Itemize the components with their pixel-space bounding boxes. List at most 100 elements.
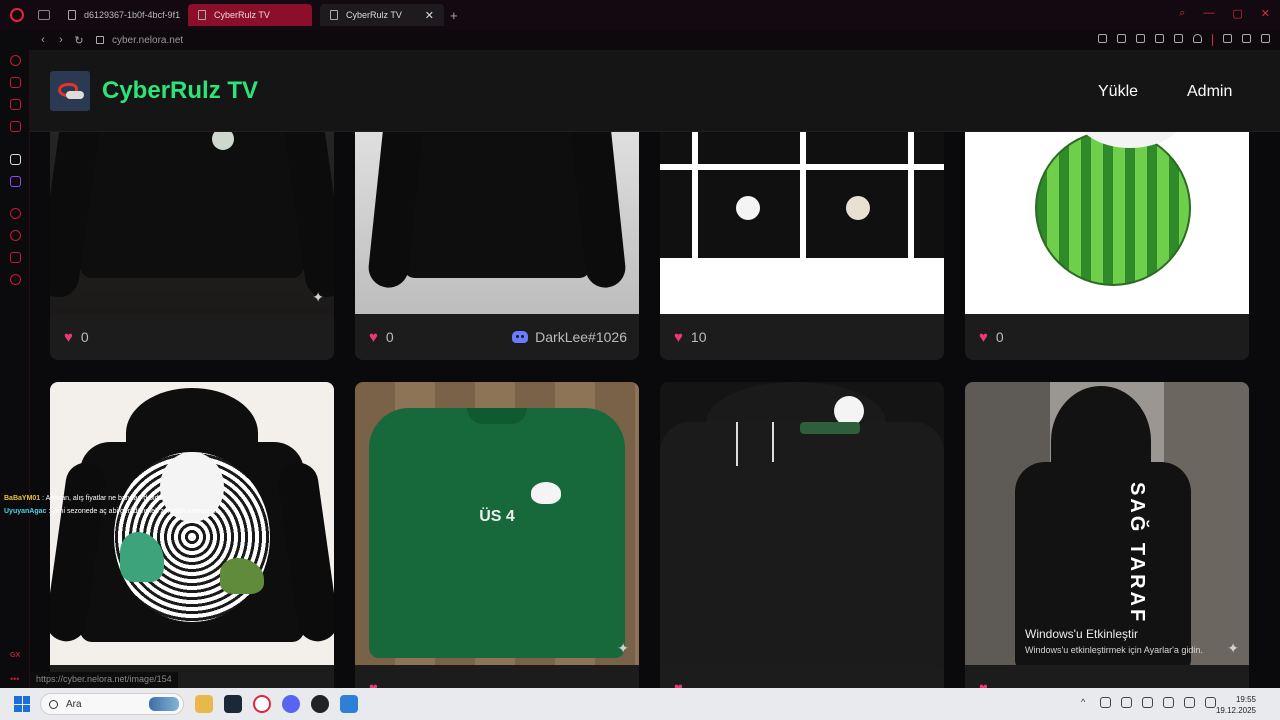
messenger-icon[interactable]	[10, 99, 21, 110]
forward-icon[interactable]: ›	[56, 34, 66, 46]
card-image[interactable]: ÜS 4 ✦	[355, 382, 639, 665]
opera-gx-icon[interactable]	[253, 695, 271, 713]
image-card[interactable]: SAĞ TARAF Windows'u Etkinleştir Windows'…	[965, 382, 1249, 688]
taskbar-clock[interactable]: 19:55 19.12.2025	[1216, 694, 1256, 716]
hoodie-print-text: SAĞ TARAF	[1126, 482, 1148, 625]
gx-logo-icon[interactable]: GX	[10, 652, 20, 659]
tab-1-label: d6129367-1b0f-4bcf-9f1a	[84, 10, 180, 20]
taskbar-search[interactable]: Ara	[40, 693, 184, 715]
shield-icon[interactable]	[1155, 34, 1164, 43]
heart-icon[interactable]: ♥	[674, 329, 683, 346]
file-explorer-icon[interactable]	[195, 695, 213, 713]
workspaces-icon[interactable]	[38, 10, 50, 20]
card-image[interactable]	[660, 382, 944, 665]
steam-icon[interactable]	[224, 695, 242, 713]
more-icon[interactable]: •••	[10, 674, 19, 684]
chat-line: UyuyanAgac : yeni sezonede aç abi geri d…	[4, 505, 219, 518]
search-highlight-image	[149, 697, 179, 711]
gx-corner-icon[interactable]	[10, 77, 21, 88]
maximize-icon[interactable]: ▢	[1232, 7, 1242, 20]
admin-link[interactable]: Admin	[1187, 83, 1232, 101]
page-icon	[330, 10, 338, 20]
news-icon[interactable]	[10, 121, 21, 132]
search-icon	[49, 699, 58, 709]
search-label: Ara	[66, 698, 82, 710]
microphone-icon[interactable]	[1163, 697, 1174, 708]
heart-icon[interactable]: ♥	[979, 329, 988, 346]
chat-username: BaBaYM01	[4, 495, 41, 502]
card-meta: ♥	[660, 665, 944, 689]
player-icon[interactable]	[1174, 34, 1183, 43]
extensions-icon[interactable]	[10, 252, 21, 263]
taskbar: Ara ^ 19:55 19.12.2025	[0, 688, 1280, 720]
clock-time: 19:55	[1235, 695, 1256, 704]
page-viewport[interactable]: CyberRulz TV Yükle Admin ✦ ♥ 0 ♥ 0 DarkL…	[30, 50, 1280, 688]
bookmark-heart-icon[interactable]	[1193, 34, 1202, 43]
like-count: 0	[995, 329, 1004, 345]
heart-icon[interactable]: ♥	[674, 680, 683, 689]
card-meta: ♥ 10	[660, 314, 944, 360]
zoom-icon[interactable]	[1098, 34, 1107, 43]
download-icon[interactable]	[1242, 34, 1251, 43]
player-sidebar-icon[interactable]	[10, 208, 21, 219]
history-icon[interactable]	[10, 230, 21, 241]
site-title[interactable]: CyberRulz TV	[102, 77, 258, 105]
window-controls: ⌕ — ▢ ✕	[1179, 7, 1270, 20]
gx-control-icon[interactable]	[10, 55, 21, 66]
chat-username: UyuyanAgac	[4, 508, 47, 515]
search-tabs-icon[interactable]: ⌕	[1179, 7, 1185, 20]
sparkle-icon: ✦	[312, 289, 324, 305]
card-image[interactable]	[50, 382, 334, 665]
steam-tray-icon[interactable]	[1142, 697, 1153, 708]
image-card[interactable]: ♥	[660, 382, 944, 688]
reload-icon[interactable]: ↻	[74, 34, 84, 47]
sweater-print-text: ÜS 4	[479, 508, 515, 525]
heart-icon[interactable]: ♥	[979, 680, 988, 689]
upload-link[interactable]: Yükle	[1098, 83, 1138, 101]
volume-icon[interactable]	[1205, 697, 1216, 708]
site-header: CyberRulz TV Yükle Admin	[30, 50, 1280, 132]
address-bar: ‹ › ↻ cyber.nelora.net	[30, 30, 1280, 50]
opera-logo-icon[interactable]	[10, 8, 24, 22]
system-tray: ^	[1081, 697, 1216, 708]
card-image[interactable]: SAĞ TARAF Windows'u Etkinleştir Windows'…	[965, 382, 1249, 665]
settings-gear-icon[interactable]	[10, 274, 21, 285]
url-field[interactable]: cyber.nelora.net	[112, 35, 183, 46]
twitch-icon[interactable]	[10, 176, 21, 187]
obs-icon[interactable]	[311, 695, 329, 713]
chat-message: : yeni sezonede aç abi geri dönmek zorun…	[48, 508, 220, 515]
heart-icon[interactable]: ♥	[369, 329, 378, 346]
tab-3-active[interactable]: CyberRulz TV ✕	[320, 4, 444, 26]
new-tab-icon[interactable]: +	[450, 8, 458, 23]
clock-date: 19.12.2025	[1215, 706, 1256, 715]
snapshot-icon[interactable]	[1136, 34, 1145, 43]
heart-icon[interactable]: ♥	[369, 680, 378, 689]
close-tab-icon[interactable]: ✕	[425, 9, 434, 22]
network-icon[interactable]	[1184, 697, 1195, 708]
aria-icon[interactable]	[10, 154, 21, 165]
app-icon[interactable]	[340, 695, 358, 713]
close-window-icon[interactable]: ✕	[1261, 7, 1270, 20]
image-card[interactable]: ÜS 4 ✦ ♥	[355, 382, 639, 688]
sync-icon[interactable]	[1100, 697, 1111, 708]
heart-icon[interactable]: ♥	[64, 329, 73, 346]
tab-1[interactable]: d6129367-1b0f-4bcf-9f1a	[58, 4, 180, 26]
back-icon[interactable]: ‹	[38, 34, 48, 46]
lock-icon[interactable]	[96, 36, 104, 44]
cloud-icon[interactable]	[1121, 697, 1132, 708]
discord-app-icon[interactable]	[282, 695, 300, 713]
card-meta: ♥ 0	[50, 314, 334, 360]
profile-icon[interactable]	[1223, 34, 1232, 43]
minimize-icon[interactable]: —	[1203, 7, 1214, 20]
card-meta: ♥ 0	[965, 314, 1249, 360]
image-card[interactable]: ♥	[50, 382, 334, 688]
menu-icon[interactable]	[1261, 34, 1270, 43]
tab-2[interactable]: CyberRulz TV	[188, 4, 312, 26]
card-author[interactable]: DarkLee#1026	[512, 329, 627, 345]
pin-icon[interactable]	[1117, 34, 1126, 43]
start-button[interactable]	[14, 696, 30, 712]
sparkle-icon: ✦	[1227, 640, 1239, 656]
tray-expand-icon[interactable]: ^	[1081, 697, 1090, 708]
site-logo[interactable]	[50, 71, 90, 111]
card-meta: ♥	[355, 665, 639, 689]
